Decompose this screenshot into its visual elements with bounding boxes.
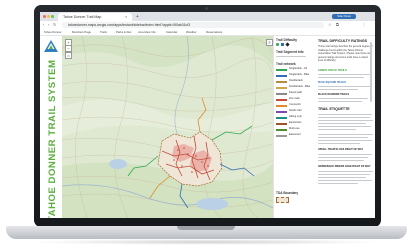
text-line	[318, 123, 366, 125]
legend-swatch	[276, 75, 287, 77]
close-window-icon[interactable]	[43, 15, 46, 18]
text-line	[318, 117, 370, 119]
black-trails-label: BLACK DIAMOND TRAILS	[318, 93, 350, 96]
legend-swatch	[276, 81, 287, 83]
browser-tab[interactable]: Tahoe Donner Trail Map	[58, 13, 132, 21]
text-line	[318, 171, 373, 173]
text-line	[318, 177, 366, 179]
trail-map[interactable]	[62, 36, 273, 218]
legend-label: Singletrack - Bike	[289, 73, 310, 76]
back-icon[interactable]: ‹	[43, 21, 44, 29]
green-circle-icon	[276, 43, 279, 46]
bookmark-item[interactable]: Reservations	[206, 29, 222, 35]
legend-swatch	[276, 105, 287, 107]
layers-icon[interactable]: ≡	[266, 39, 273, 46]
text-line	[318, 74, 370, 76]
legend-swatch	[276, 87, 287, 89]
bookmark-item[interactable]: Calendar	[166, 29, 177, 35]
legend-label: Equestrian	[289, 121, 302, 124]
legend-swatch	[276, 111, 287, 113]
text-line	[318, 154, 372, 156]
text-line	[318, 134, 373, 136]
star-icon[interactable]: ☆	[328, 21, 332, 29]
text-line	[318, 98, 368, 100]
text-line	[318, 174, 370, 176]
text-line	[318, 160, 364, 162]
legend-swatch	[276, 135, 287, 137]
section-heading: HORSEBACK RIDERS HAVE RIGHT OF WAY	[318, 165, 371, 168]
more-menu-icon[interactable]: ⋮	[362, 21, 366, 29]
legend-label: Fire road	[289, 97, 300, 100]
text-line	[318, 157, 368, 159]
text-line	[318, 126, 371, 128]
legend-label: Nordic trail	[289, 109, 302, 112]
blue-trails-label: BLUE SQUARE TRAILS	[318, 81, 346, 84]
legend-header: Trail Segment Info	[276, 50, 304, 54]
legend-label: Paved path	[289, 91, 303, 94]
section-heading: TRAIL ETIQUETTE	[318, 107, 350, 111]
legend-label: Singletrack - All	[289, 67, 307, 70]
text-line	[318, 180, 372, 182]
legend-swatch	[276, 129, 287, 131]
boundary-swatch	[276, 197, 289, 203]
tab-close-icon[interactable]: ×	[125, 13, 127, 21]
legend-label: Hiking only	[289, 115, 302, 118]
bookmark-item[interactable]: Parks & Rec	[116, 29, 132, 35]
bookmark-item[interactable]: Weather	[186, 29, 197, 35]
brand-title: TAHOE DONNER TRAIL SYSTEM	[47, 59, 58, 218]
forward-icon[interactable]: ›	[48, 21, 49, 29]
mountain-logo-icon	[44, 40, 58, 52]
green-trails-label: GREEN CIRCLE TRAILS	[318, 69, 347, 72]
text-line	[318, 89, 358, 91]
text-line	[318, 114, 372, 116]
text-line	[318, 183, 358, 185]
legend-label: Doubletrack	[289, 79, 303, 82]
legend-swatch	[276, 69, 287, 71]
new-tab-icon[interactable]: +	[136, 13, 139, 21]
legend-footer: TDA Boundary	[276, 191, 299, 195]
text-line	[318, 140, 372, 142]
legend-header: Trail network	[276, 62, 296, 66]
legend-label: Easement	[289, 133, 301, 136]
info-panel: TRAIL DIFFICULTY RATINGS These trail rat…	[316, 36, 375, 218]
url-field[interactable]: tahoedonner.maps.arcgis.com/apps/instant…	[62, 22, 324, 28]
blue-square-icon	[281, 43, 284, 46]
text-line	[318, 120, 373, 122]
bookmark-item[interactable]: Tahoe Donner	[44, 29, 62, 35]
section-heading: UPHILL TRAFFIC HAS RIGHT OF WAY	[318, 148, 364, 151]
zoom-out-button[interactable]: −	[65, 45, 72, 52]
maximize-window-icon[interactable]	[51, 15, 54, 18]
text-line	[318, 77, 364, 79]
home-icon[interactable]: ⌂	[65, 52, 72, 59]
laptop-notch	[177, 226, 235, 230]
section-heading: TRAIL DIFFICULTY RATINGS	[318, 39, 368, 43]
text-line	[318, 101, 362, 103]
text-line	[318, 137, 368, 139]
bookmark-item[interactable]: Amenities Info	[138, 29, 156, 35]
legend-swatch	[276, 117, 287, 119]
minimize-window-icon[interactable]	[47, 15, 50, 18]
legend-label: Connector	[289, 103, 301, 106]
screen: Tahoe Donner Trail Map × + Side Panel ‹ …	[40, 12, 375, 218]
legend-swatch	[276, 99, 287, 101]
text-line	[318, 86, 372, 88]
camera-icon	[205, 7, 208, 10]
legend-label: Multi-use	[289, 127, 300, 130]
side-panel-button[interactable]: Side Panel	[332, 14, 356, 19]
text-line	[318, 129, 356, 131]
legend-swatch	[276, 93, 287, 95]
extensions-icon[interactable]: ⧉	[336, 21, 339, 29]
panel-scrollbar[interactable]	[370, 42, 372, 102]
reload-icon[interactable]: ↻	[53, 21, 56, 29]
bookmark-item[interactable]: Trails	[100, 29, 107, 35]
bookmark-item[interactable]: Members Page	[72, 29, 91, 35]
difficulty-description: These trail ratings describe the general…	[318, 45, 373, 63]
legend-swatch	[276, 123, 287, 125]
laptop-shadow	[30, 239, 383, 245]
text-line	[318, 143, 360, 145]
legend-label: Doubletrack - Bike	[289, 85, 311, 88]
